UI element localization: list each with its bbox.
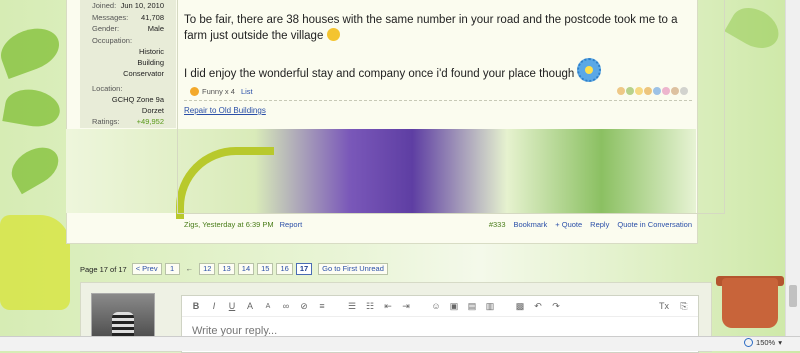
friendly-rating-icon[interactable] [662,87,670,95]
post-actions: #333 Bookmark + Quote Reply Quote in Con… [489,220,692,229]
message-text-2: I did enjoy the wonderful stay and compa… [184,68,575,80]
informative-rating-icon[interactable] [653,87,661,95]
bookmark-link[interactable]: Bookmark [514,220,548,229]
occupation-label: Occupation: [92,35,133,45]
image-icon[interactable]: ▣ [448,301,460,312]
useful-rating-icon[interactable] [671,87,679,95]
list-icon[interactable]: ☰ [346,301,358,312]
agree-rating-icon[interactable] [626,87,634,95]
occupation-value: Historic Building Conservator [123,46,164,78]
thinking-smilie-icon [326,28,340,41]
user-info-row: Messages: 41,708 [80,12,176,24]
status-bar: 150% ▾ [0,336,800,351]
user-info-panel: Joined: Jun 10, 2010 Messages: 41,708 Gend… [80,0,176,128]
messages-label: Messages: [92,12,129,22]
rating-summary: Funny x 4 [202,86,235,96]
scrollbar-thumb[interactable] [789,285,797,307]
page-gap-arrow-icon[interactable]: ← [183,264,197,274]
zoom-control[interactable]: 150% ▾ [744,338,782,347]
font-color-icon[interactable]: A [244,301,256,311]
ratings-label: Ratings: [92,116,120,126]
vertical-scrollbar[interactable] [785,0,800,336]
funny-rating-icon [190,86,199,96]
winner-rating-icon[interactable] [644,87,652,95]
rating-bar: Funny x 4 List [184,82,692,101]
code-icon[interactable]: ▥ [484,301,496,312]
page-15-button[interactable]: 15 [257,263,274,275]
joined-label: Joined: [92,1,117,10]
ratings-value: +49,952 [136,116,164,126]
italic-icon[interactable]: I [208,301,220,311]
messages-value: 41,708 [141,12,164,22]
optimistic-rating-icon[interactable] [680,87,688,95]
bold-icon[interactable]: B [190,301,202,311]
post-number-link[interactable]: #333 [489,220,506,229]
reply-link[interactable]: Reply [590,220,609,229]
signature-link[interactable]: Repair to Old Buildings [184,106,266,115]
indent-icon[interactable]: ⇥ [400,301,412,312]
background-leaf [4,139,66,195]
save-icon[interactable]: ▩ [514,301,526,312]
toolbar-right-group: Tx ⎘ [658,301,690,312]
quote-in-conversation-link[interactable]: Quote in Conversation [617,220,692,229]
rating-list-link[interactable]: List [241,87,253,96]
page-indicator: Page 17 of 17 [80,264,127,274]
user-info-row: Gender: Male [80,23,176,35]
page-12-button[interactable]: 12 [199,263,216,275]
editor-toolbar: B I U A A ∞ ⊘ ≡ ☰ ☷ ⇤ ⇥ ☺ ▣ ▤ ▥ ▩ ↶ ↷ Tx… [182,296,698,317]
signature-banner-image [66,129,696,219]
user-info-row: Joined: Jun 10, 2010 [80,0,176,12]
post-footer: Zigs, Yesterday at 6:39 PM Report #333 B… [184,220,692,229]
outdent-icon[interactable]: ⇤ [382,301,394,312]
rate-icons [617,87,692,95]
location-label: Location: [92,83,123,93]
message-paragraph: I did enjoy the wonderful stay and compa… [184,58,684,82]
gender-label: Gender: [92,24,120,33]
zoom-level: 150% [756,338,776,347]
background-leaf [0,20,66,80]
joined-value: Jun 10, 2010 [120,1,164,10]
like-rating-icon[interactable] [617,87,625,95]
location-block: Location: GCHQ Zone 9a Dorzet [80,83,176,116]
flower-smilie-icon [577,58,602,82]
media-icon[interactable]: ▤ [466,301,478,312]
pagination: Page 17 of 17 < Prev 1 ← 12 13 14 15 16 … [80,263,388,275]
location-value: GCHQ Zone 9a Dorzet [111,94,164,115]
remove-formatting-icon[interactable]: Tx [658,301,670,312]
prev-page-button[interactable]: < Prev [131,263,162,275]
post-author-time[interactable]: Zigs, Yesterday at 6:39 PM [184,220,274,229]
numbered-list-icon[interactable]: ☷ [364,301,376,312]
report-link[interactable]: Report [280,220,303,229]
message-paragraph: To be fair, there are 38 houses with the… [184,12,684,44]
unlink-icon[interactable]: ⊘ [298,301,310,312]
link-icon[interactable]: ∞ [280,301,292,311]
flower-pot-image [722,278,778,328]
page-14-button[interactable]: 14 [237,263,255,275]
message-text-1: To be fair, there are 38 houses with the… [184,14,678,42]
chevron-down-icon: ▾ [778,338,782,347]
ratings-row: Ratings: +49,952 [80,116,176,128]
page-1-button[interactable]: 1 [164,263,180,275]
gender-value: Male [147,24,164,33]
font-size-icon[interactable]: A [262,303,274,310]
background-leaf [2,85,63,131]
occupation-block: Occupation: Historic Building Conservato… [80,35,176,79]
toggle-bbcode-icon[interactable]: ⎘ [678,301,690,312]
background-leaf [724,0,786,57]
current-page-17[interactable]: 17 [295,263,313,275]
page-16-button[interactable]: 16 [276,263,293,275]
watering-can-image [0,215,70,310]
undo-icon[interactable]: ↶ [532,301,544,312]
quote-link[interactable]: + Quote [555,220,582,229]
redo-icon[interactable]: ↷ [550,301,562,312]
align-icon[interactable]: ≡ [316,301,328,311]
zoom-icon [744,338,754,347]
watering-can-spout [176,147,274,219]
smilie-icon[interactable]: ☺ [430,301,442,311]
funny-rating-button-icon[interactable] [635,87,643,95]
page-13-button[interactable]: 13 [218,263,235,275]
go-to-first-unread-button[interactable]: Go to First Unread [318,263,388,275]
underline-icon[interactable]: U [226,301,238,311]
